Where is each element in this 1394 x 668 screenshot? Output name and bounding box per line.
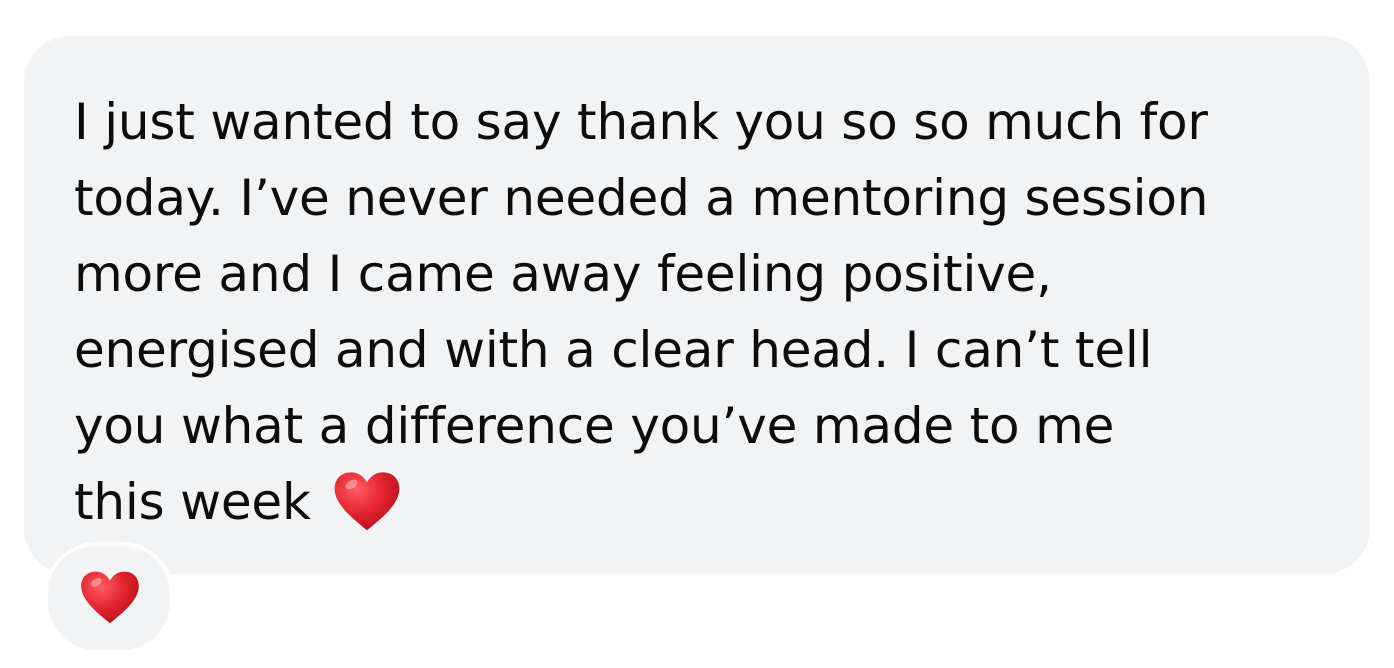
red-heart-icon [81, 571, 139, 624]
message-line: this week [74, 473, 311, 531]
message-view: I just wanted to say thank you so so muc… [0, 0, 1394, 668]
message-line: more and I came away feeling positive, [74, 245, 1052, 303]
message-text: I just wanted to say thank you so so muc… [74, 84, 1354, 540]
message-line: I just wanted to say thank you so so muc… [74, 93, 1208, 151]
message-line: you what a difference you’ve made to me [74, 397, 1115, 455]
message-line: today. I’ve never needed a mentoring ses… [74, 169, 1209, 227]
message-line: energised and with a clear head. I can’t… [74, 321, 1153, 379]
red-heart-icon [334, 472, 400, 531]
message-last-line: this week [74, 464, 1354, 540]
reaction-badge[interactable] [44, 542, 174, 654]
